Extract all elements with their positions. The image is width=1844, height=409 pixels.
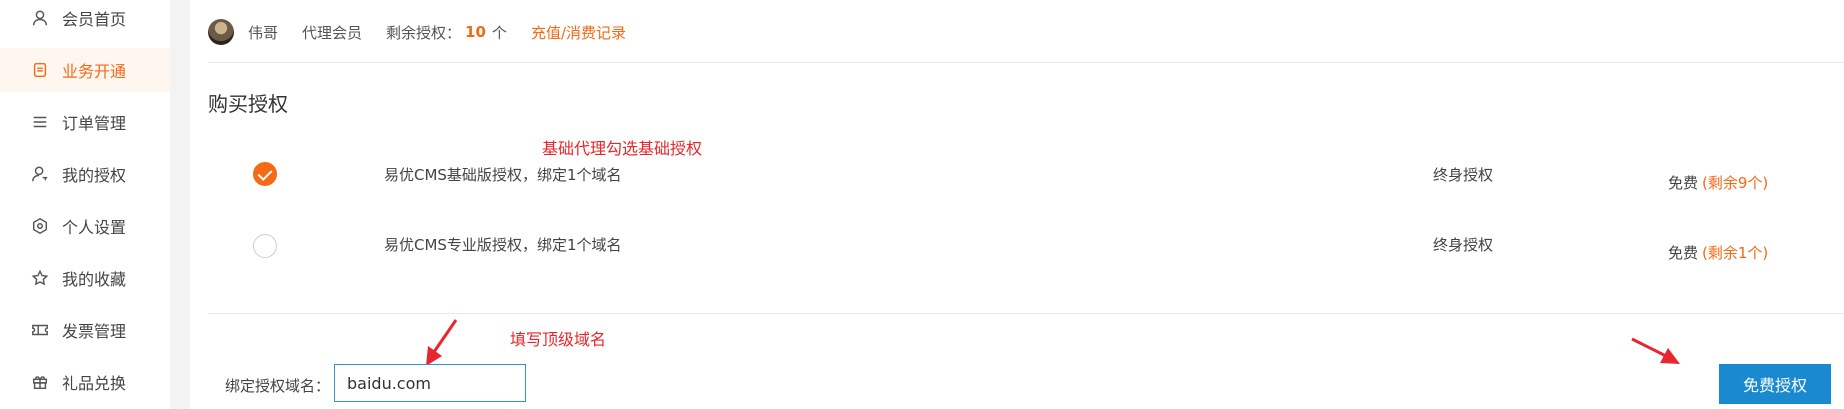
license-radio-pro[interactable] (253, 234, 277, 258)
sidebar-item-orders[interactable]: 订单管理 (0, 100, 170, 144)
domain-input[interactable] (334, 364, 526, 402)
license-price: 免费 (剩余1个) (1668, 242, 1768, 263)
sidebar-item-label: 个人设置 (62, 218, 127, 237)
settings-icon (30, 216, 50, 236)
gift-icon (30, 372, 50, 392)
user-key-icon (30, 164, 50, 184)
sidebar-item-member-home[interactable]: 会员首页 (0, 0, 170, 40)
user-icon (30, 8, 50, 28)
price-label: 免费 (1668, 174, 1699, 192)
annotation-arrow-icon (1631, 337, 1680, 364)
user-name: 伟哥 (248, 23, 279, 42)
license-term: 终身授权 (1433, 236, 1494, 254)
divider (208, 313, 1844, 314)
annotation-domain-note: 填写顶级域名 (510, 330, 607, 349)
records-link[interactable]: 充值/消费记录 (531, 22, 626, 43)
free-license-button[interactable]: 免费授权 (1719, 364, 1831, 404)
remaining-label: 剩余授权： (386, 23, 462, 42)
sidebar-item-my-licenses[interactable]: 我的授权 (0, 152, 170, 196)
remaining-badge: (剩余1个) (1702, 244, 1769, 262)
license-term: 终身授权 (1433, 166, 1494, 184)
price-label: 免费 (1668, 244, 1699, 262)
license-row[interactable]: 易优CMS基础版授权，绑定1个域名 终身授权 免费 (剩余9个) (208, 150, 1844, 200)
sidebar-item-business[interactable]: 业务开通 (0, 48, 170, 92)
sidebar-item-invoices[interactable]: 发票管理 (0, 308, 170, 352)
sidebar: 会员首页 业务开通 订单管理 我的授权 个人设置 我的收藏 发票管理 礼品兑换 (0, 0, 170, 409)
sidebar-item-label: 我的收藏 (62, 270, 127, 289)
sidebar-item-label: 订单管理 (62, 114, 127, 133)
star-icon (30, 268, 50, 288)
license-row[interactable]: 易优CMS专业版授权，绑定1个域名 终身授权 免费 (剩余1个) (208, 220, 1844, 270)
license-name: 易优CMS基础版授权，绑定1个域名 (384, 166, 622, 184)
user-info-bar: 伟哥 代理会员 剩余授权： 10 个 充值/消费记录 (208, 12, 650, 52)
document-icon (30, 60, 50, 80)
main-content: 伟哥 代理会员 剩余授权： 10 个 充值/消费记录 购买授权 基础代理勾选基础… (190, 0, 1844, 409)
user-level: 代理会员 (302, 23, 363, 42)
sidebar-item-label: 我的授权 (62, 166, 127, 185)
sidebar-item-favorites[interactable]: 我的收藏 (0, 256, 170, 300)
remaining-unit: 个 (491, 23, 507, 42)
sidebar-item-label: 业务开通 (62, 62, 127, 81)
page-title: 购买授权 (208, 92, 288, 116)
remaining-badge: (剩余9个) (1702, 174, 1769, 192)
divider (208, 62, 1844, 63)
list-icon (30, 112, 50, 132)
sidebar-item-personal-settings[interactable]: 个人设置 (0, 204, 170, 248)
annotation-arrow-icon (426, 319, 458, 366)
avatar (208, 19, 234, 45)
license-radio-basic[interactable] (253, 162, 277, 186)
sidebar-item-label: 会员首页 (62, 10, 127, 29)
sidebar-item-label: 礼品兑换 (62, 374, 127, 393)
ticket-icon (30, 320, 50, 340)
domain-label: 绑定授权域名： (225, 377, 331, 395)
sidebar-item-gift-exchange[interactable]: 礼品兑换 (0, 360, 170, 404)
license-name: 易优CMS专业版授权，绑定1个域名 (384, 236, 622, 254)
remaining-count: 10 (465, 23, 486, 41)
sidebar-item-label: 发票管理 (62, 322, 127, 341)
license-price: 免费 (剩余9个) (1668, 172, 1768, 193)
